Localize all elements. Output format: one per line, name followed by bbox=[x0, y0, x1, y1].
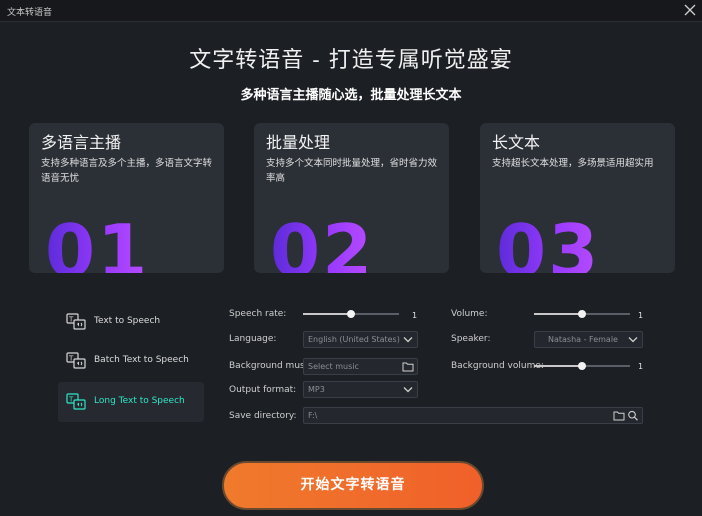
save-directory-input[interactable]: F:\ bbox=[303, 407, 643, 424]
close-icon[interactable] bbox=[682, 2, 698, 18]
sidebar-item-label: Text to Speech bbox=[94, 316, 161, 326]
page-headline: 文字转语音 - 打造专属听觉盛宴 bbox=[189, 48, 513, 73]
search-icon[interactable] bbox=[627, 410, 639, 421]
window-title: 文本转语音 bbox=[7, 8, 53, 18]
text-to-speech-icon: T bbox=[66, 313, 86, 330]
feature-card-multilingual: 多语言主播 支持多种语言及多个主播，多语言文字转语音无忧 01 bbox=[29, 123, 224, 273]
speaker-label: Speaker: bbox=[451, 334, 491, 344]
svg-text:T: T bbox=[68, 355, 74, 363]
speech-rate-slider[interactable] bbox=[303, 309, 399, 319]
speaker-selected-value: Natasha - Female bbox=[548, 335, 618, 344]
feature-card-batch: 批量处理 支持多个文本同时批量处理，省时省力效率高 02 bbox=[254, 123, 449, 273]
card-number: 03 bbox=[496, 215, 600, 273]
card-description: 支持超长文本处理，多场景适用超实用 bbox=[492, 158, 654, 169]
language-selected-value: English (United States) bbox=[308, 335, 400, 344]
batch-text-to-speech-icon: T bbox=[66, 352, 86, 369]
volume-slider[interactable] bbox=[534, 309, 630, 319]
slider-fill bbox=[534, 313, 582, 315]
folder-icon[interactable] bbox=[613, 410, 625, 421]
language-select[interactable]: English (United States) bbox=[303, 331, 418, 348]
page-subheadline: 多种语言主播随心选，批量处理长文本 bbox=[240, 88, 462, 103]
folder-icon[interactable] bbox=[402, 361, 414, 372]
card-number: 01 bbox=[45, 215, 149, 273]
sidebar-item-long-text-to-speech[interactable]: T Long Text to Speech bbox=[58, 382, 204, 422]
speaker-select[interactable]: Natasha - Female bbox=[534, 331, 643, 348]
card-description: 支持多个文本同时批量处理，省时省力效率高 bbox=[266, 158, 438, 184]
start-text-to-speech-button[interactable]: 开始文字转语音 bbox=[222, 461, 484, 510]
title-bar: 文本转语音 bbox=[0, 0, 702, 22]
save-directory-value: F:\ bbox=[308, 411, 318, 420]
slider-fill bbox=[534, 365, 582, 367]
output-format-select[interactable]: MP3 bbox=[303, 381, 418, 398]
sidebar-item-label: Batch Text to Speech bbox=[94, 355, 189, 365]
sidebar-item-text-to-speech[interactable]: T Text to Speech bbox=[58, 302, 204, 342]
background-music-placeholder: Select music bbox=[308, 362, 359, 371]
chevron-down-icon bbox=[403, 337, 413, 343]
background-volume-value: 1 bbox=[638, 362, 644, 371]
output-format-label: Output format: bbox=[229, 385, 297, 395]
card-number: 02 bbox=[270, 215, 374, 273]
background-music-input[interactable]: Select music bbox=[303, 358, 418, 375]
speech-rate-label: Speech rate: bbox=[229, 309, 287, 319]
background-volume-label: Background volume: bbox=[451, 361, 544, 371]
volume-label: Volume: bbox=[451, 309, 488, 319]
card-title: 多语言主播 bbox=[41, 133, 122, 152]
chevron-down-icon bbox=[628, 337, 638, 343]
svg-text:T: T bbox=[68, 316, 74, 324]
speech-rate-value: 1 bbox=[412, 311, 418, 320]
chevron-down-icon bbox=[403, 387, 413, 393]
feature-card-long-text: 长文本 支持超长文本处理，多场景适用超实用 03 bbox=[480, 123, 675, 273]
slider-handle[interactable] bbox=[578, 362, 586, 370]
card-title: 长文本 bbox=[492, 133, 541, 152]
save-directory-label: Save directory: bbox=[229, 411, 297, 421]
background-volume-slider[interactable] bbox=[534, 361, 630, 371]
slider-handle[interactable] bbox=[347, 310, 355, 318]
slider-handle[interactable] bbox=[578, 310, 586, 318]
card-description: 支持多种语言及多个主播，多语言文字转语音无忧 bbox=[41, 158, 213, 184]
volume-value: 1 bbox=[638, 311, 644, 320]
card-title: 批量处理 bbox=[266, 133, 331, 152]
long-text-to-speech-icon: T bbox=[66, 393, 86, 410]
svg-text:T: T bbox=[68, 396, 74, 404]
output-format-selected-value: MP3 bbox=[308, 385, 325, 394]
sidebar-item-batch-text-to-speech[interactable]: T Batch Text to Speech bbox=[58, 341, 204, 381]
slider-fill bbox=[303, 313, 351, 315]
sidebar-item-label: Long Text to Speech bbox=[94, 396, 185, 406]
language-label: Language: bbox=[229, 334, 277, 344]
